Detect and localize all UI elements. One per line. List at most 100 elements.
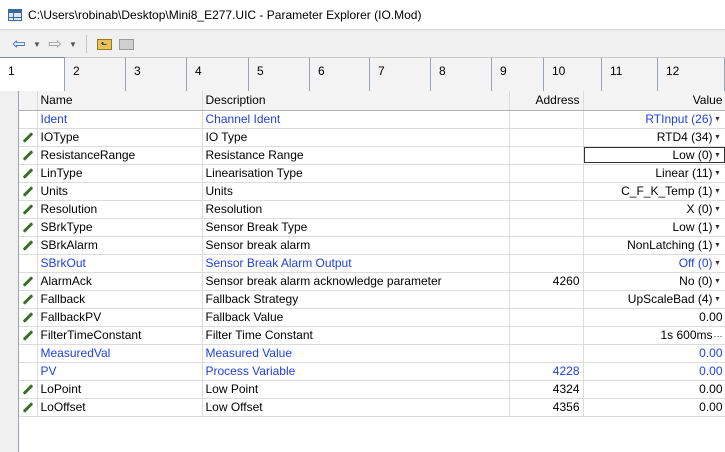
- parameter-value-cell[interactable]: RTInput (26) ▼: [583, 110, 725, 129]
- parameter-row[interactable]: Fallback Fallback Strategy UpScaleBad (4) ▼: [19, 290, 725, 309]
- dropdown-arrow-icon[interactable]: ▼: [713, 296, 723, 303]
- back-history-dropdown[interactable]: ▼: [30, 34, 44, 54]
- table-icon: [8, 8, 22, 21]
- tab-5[interactable]: 5: [249, 57, 310, 91]
- parameter-row[interactable]: LinType Linearisation Type Linear (11) ▼: [19, 164, 725, 183]
- edit-indicator-cell: [19, 380, 38, 399]
- tab-6[interactable]: 6: [310, 57, 370, 91]
- parameter-address: 4356: [509, 398, 584, 417]
- parameter-value-cell[interactable]: 0.00: [583, 308, 725, 327]
- parameter-value-cell[interactable]: Low (1) ▼: [583, 218, 725, 237]
- pencil-icon: [22, 222, 34, 233]
- parameter-address: [509, 308, 584, 327]
- parameter-value-cell[interactable]: C_F_K_Temp (1) ▼: [583, 182, 725, 201]
- parameter-name: SBrkOut: [37, 254, 203, 273]
- parameter-value-cell[interactable]: Off (0) ▼: [583, 254, 725, 273]
- toolbar-separator: [86, 35, 87, 53]
- window-title: C:\Users\robinab\Desktop\Mini8_E277.UIC …: [28, 7, 422, 22]
- tab-9[interactable]: 9: [492, 57, 544, 91]
- parameter-description: IO Type: [202, 128, 510, 147]
- parameter-value-cell[interactable]: X (0) ▼: [583, 200, 725, 219]
- column-header-address[interactable]: Address: [509, 91, 584, 111]
- parameter-name: Units: [37, 182, 203, 201]
- parameter-address: [509, 254, 584, 273]
- parameter-value-cell[interactable]: NonLatching (1) ▼: [583, 236, 725, 255]
- parameter-row[interactable]: LoOffset Low Offset 4356 0.00: [19, 398, 725, 417]
- parameter-value-cell[interactable]: 0.00: [583, 398, 725, 417]
- forward-history-dropdown[interactable]: ▼: [66, 34, 80, 54]
- parameter-row[interactable]: PV Process Variable 4228 0.00: [19, 362, 725, 381]
- tab-2[interactable]: 2: [65, 57, 126, 91]
- parameter-row[interactable]: IOType IO Type RTD4 (34) ▼: [19, 128, 725, 147]
- parameter-value-cell[interactable]: 0.00: [583, 362, 725, 381]
- dropdown-arrow-icon[interactable]: ▼: [713, 242, 723, 249]
- parameter-row[interactable]: FilterTimeConstant Filter Time Constant 1s…: [19, 326, 725, 345]
- dropdown-arrow-icon[interactable]: ▼: [713, 116, 723, 123]
- parameter-row[interactable]: MeasuredVal Measured Value 0.00: [19, 344, 725, 363]
- parameter-description: Fallback Value: [202, 308, 510, 327]
- tab-3[interactable]: 3: [126, 57, 187, 91]
- tab-label: 11: [610, 64, 623, 78]
- parameter-name: IOType: [37, 128, 203, 147]
- parameter-address: [509, 164, 584, 183]
- tab-10[interactable]: 10: [544, 57, 602, 91]
- tab-11[interactable]: 11: [602, 57, 658, 91]
- parameter-value: RTD4 (34): [656, 130, 713, 144]
- dropdown-arrow-icon[interactable]: ▼: [713, 134, 723, 141]
- edit-indicator-cell: [19, 272, 38, 291]
- parameter-row[interactable]: Resolution Resolution X (0) ▼: [19, 200, 725, 219]
- parameter-value-cell[interactable]: No (0) ▼: [583, 272, 725, 291]
- parameter-row[interactable]: SBrkOut Sensor Break Alarm Output Off (0) ▼: [19, 254, 725, 273]
- parameter-value-cell[interactable]: Low (0) ▼: [583, 146, 725, 165]
- parameter-description: Linearisation Type: [202, 164, 510, 183]
- tab-4[interactable]: 4: [187, 57, 249, 91]
- arrow-left-icon: ⇦: [12, 36, 26, 53]
- parameter-row[interactable]: Units Units C_F_K_Temp (1) ▼: [19, 182, 725, 201]
- parameter-value-cell[interactable]: RTD4 (34) ▼: [583, 128, 725, 147]
- back-button[interactable]: ⇦: [8, 34, 30, 54]
- column-header-description[interactable]: Description: [202, 91, 510, 111]
- column-header-name[interactable]: Name: [37, 91, 203, 111]
- edit-indicator-cell: [19, 200, 38, 219]
- parameter-description: Fallback Strategy: [202, 290, 510, 309]
- edit-indicator-cell: [19, 164, 38, 183]
- edit-indicator-cell: [19, 290, 38, 309]
- parameter-row[interactable]: FallbackPV Fallback Value 0.00: [19, 308, 725, 327]
- header-row: Name Description Address Value: [19, 91, 725, 111]
- parent-folder-button[interactable]: ⬑: [93, 34, 115, 54]
- dropdown-arrow-icon[interactable]: ▼: [713, 224, 723, 231]
- parameter-value-cell[interactable]: 1s 600ms⋯: [583, 326, 725, 345]
- tab-12[interactable]: 12: [658, 57, 725, 91]
- parameter-value-cell[interactable]: 0.00: [583, 344, 725, 363]
- pencil-icon: [22, 402, 34, 413]
- parameter-row[interactable]: ResistanceRange Resistance Range Low (0) ▼: [19, 146, 725, 165]
- tab-7[interactable]: 7: [370, 57, 431, 91]
- dropdown-arrow-icon[interactable]: ▼: [713, 152, 723, 159]
- dropdown-arrow-icon[interactable]: ▼: [713, 170, 723, 177]
- dropdown-arrow-icon[interactable]: ▼: [713, 278, 723, 285]
- parameter-address: 4228: [509, 362, 584, 381]
- parameter-value: 0.00: [699, 400, 723, 414]
- parameter-row[interactable]: SBrkAlarm Sensor break alarm NonLatching (…: [19, 236, 725, 255]
- parameter-value: Low (1): [672, 220, 713, 234]
- parameter-row[interactable]: LoPoint Low Point 4324 0.00: [19, 380, 725, 399]
- dropdown-arrow-icon[interactable]: ▼: [713, 206, 723, 213]
- ellipsis-icon[interactable]: ⋯: [713, 331, 723, 342]
- parameter-value-cell[interactable]: UpScaleBad (4) ▼: [583, 290, 725, 309]
- pencil-icon: [22, 294, 34, 305]
- tab-1[interactable]: 1: [0, 57, 65, 91]
- parameter-value-cell[interactable]: 0.00: [583, 380, 725, 399]
- parameter-row[interactable]: AlarmAck Sensor break alarm acknowledge p…: [19, 272, 725, 291]
- parameter-row[interactable]: SBrkType Sensor Break Type Low (1) ▼: [19, 218, 725, 237]
- folder-button[interactable]: [115, 34, 137, 54]
- dropdown-arrow-icon[interactable]: ▼: [713, 188, 723, 195]
- tab-label: 7: [378, 64, 385, 78]
- parameter-value-cell[interactable]: Linear (11) ▼: [583, 164, 725, 183]
- tab-label: 6: [318, 64, 325, 78]
- parameter-row[interactable]: Ident Channel Ident RTInput (26) ▼: [19, 110, 725, 129]
- dropdown-arrow-icon[interactable]: ▼: [713, 260, 723, 267]
- tab-8[interactable]: 8: [431, 57, 492, 91]
- parameter-description: Low Point: [202, 380, 510, 399]
- forward-button[interactable]: ⇨: [44, 34, 66, 54]
- column-header-value[interactable]: Value: [583, 91, 725, 111]
